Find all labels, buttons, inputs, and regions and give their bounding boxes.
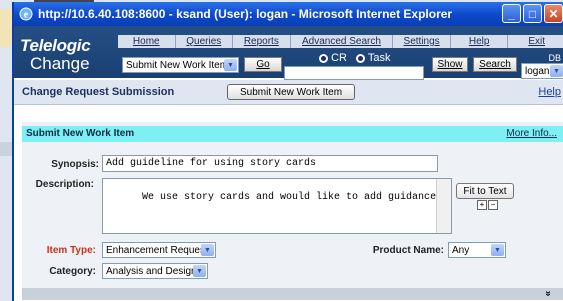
database-label: DB — [548, 53, 561, 63]
collapse-icon[interactable]: − — [488, 200, 498, 210]
nav-reports[interactable]: Reports — [233, 35, 291, 48]
svg-text:e: e — [24, 10, 29, 21]
page-subheader: Change Request Submission Submit New Wor… — [14, 80, 563, 105]
description-text: We use story cards and would like to add… — [142, 192, 437, 203]
window-title: http://10.6.40.108:8600 - ksand (User): … — [38, 7, 453, 21]
description-field[interactable]: We use story cards and would like to add… — [102, 178, 452, 234]
nav-queries[interactable]: Queries — [176, 35, 234, 48]
window-titlebar[interactable]: e http://10.6.40.108:8600 - ksand (User)… — [14, 2, 563, 26]
telelogic-logo: Telelogic — [20, 36, 91, 55]
chevron-down-icon: ▼ — [224, 59, 237, 71]
product-name-select[interactable]: Any ▼ — [448, 242, 506, 258]
change-logo-text: Change — [30, 54, 90, 73]
chevron-down-icon: ▼ — [193, 265, 206, 277]
section-header: Submit New Work Item More Info... — [22, 126, 563, 142]
minimize-button[interactable]: _ — [502, 4, 521, 23]
maximize-button[interactable]: □ — [523, 4, 542, 23]
section-title: Submit New Work Item — [26, 128, 135, 139]
search-button[interactable]: Search — [473, 57, 517, 72]
window-controls: _ □ ✕ — [502, 4, 563, 23]
fit-to-text-button[interactable]: Fit to Text — [456, 183, 514, 199]
item-type-value: Enhancement Request — [106, 244, 208, 256]
quick-id-input[interactable] — [284, 66, 424, 80]
radio-task[interactable] — [355, 53, 365, 63]
radio-cr-label: CR — [331, 52, 347, 64]
submit-new-work-item-button[interactable]: Submit New Work Item — [227, 84, 355, 100]
category-value: Analysis and Design — [106, 265, 197, 277]
action-select[interactable]: Submit New Work Item ▼ — [122, 57, 239, 73]
internet-explorer-icon: e — [18, 6, 34, 22]
more-info-link[interactable]: More Info... — [506, 128, 557, 139]
action-select-value: Submit New Work Item — [126, 59, 229, 71]
nav-exit[interactable]: Exit — [508, 35, 563, 48]
radio-task-label: Task — [367, 52, 391, 64]
user-select-value: logan — [525, 65, 550, 77]
top-navigation: Home Queries Reports Advanced Search Set… — [118, 35, 563, 48]
chevron-down-icon: ▼ — [491, 244, 504, 256]
record-type-radios: CR Task — [319, 52, 391, 64]
nav-home[interactable]: Home — [118, 35, 176, 48]
synopsis-label: Synopsis: — [51, 159, 99, 170]
double-chevron-down-icon[interactable]: » — [543, 291, 554, 297]
item-type-label: Item Type: — [46, 245, 96, 256]
form-panel: Submit New Work Item More Info... Synops… — [22, 122, 563, 300]
category-label: Category: — [49, 266, 96, 277]
description-label: Description: — [35, 179, 94, 190]
help-link[interactable]: Help — [538, 86, 561, 98]
go-button[interactable]: Go — [244, 57, 282, 72]
product-name-label: Product Name: — [372, 245, 444, 256]
synopsis-field[interactable]: Add guideline for using story cards — [102, 155, 438, 172]
nav-help[interactable]: Help — [451, 35, 509, 48]
expand-icon[interactable]: + — [477, 200, 487, 210]
product-name-value: Any — [452, 244, 470, 256]
close-button[interactable]: ✕ — [544, 4, 563, 23]
nav-advanced-search[interactable]: Advanced Search — [291, 35, 394, 48]
chevron-down-icon: ▼ — [550, 65, 563, 77]
item-type-select[interactable]: Enhancement Request ▼ — [102, 242, 216, 258]
chevron-down-icon: ▼ — [201, 244, 214, 256]
browser-window: e http://10.6.40.108:8600 - ksand (User)… — [12, 2, 563, 301]
user-select[interactable]: logan ▼ — [521, 63, 563, 79]
page-title: Change Request Submission — [22, 86, 175, 98]
show-button[interactable]: Show — [432, 57, 468, 72]
category-select[interactable]: Analysis and Design ▼ — [102, 263, 208, 279]
description-scrollbar[interactable] — [436, 179, 451, 233]
collapsed-section-bar[interactable]: » — [22, 288, 563, 300]
app-header: Telelogic Change Home Queries Reports Ad… — [14, 26, 563, 80]
radio-cr[interactable] — [319, 53, 328, 63]
nav-settings[interactable]: Settings — [393, 35, 451, 48]
